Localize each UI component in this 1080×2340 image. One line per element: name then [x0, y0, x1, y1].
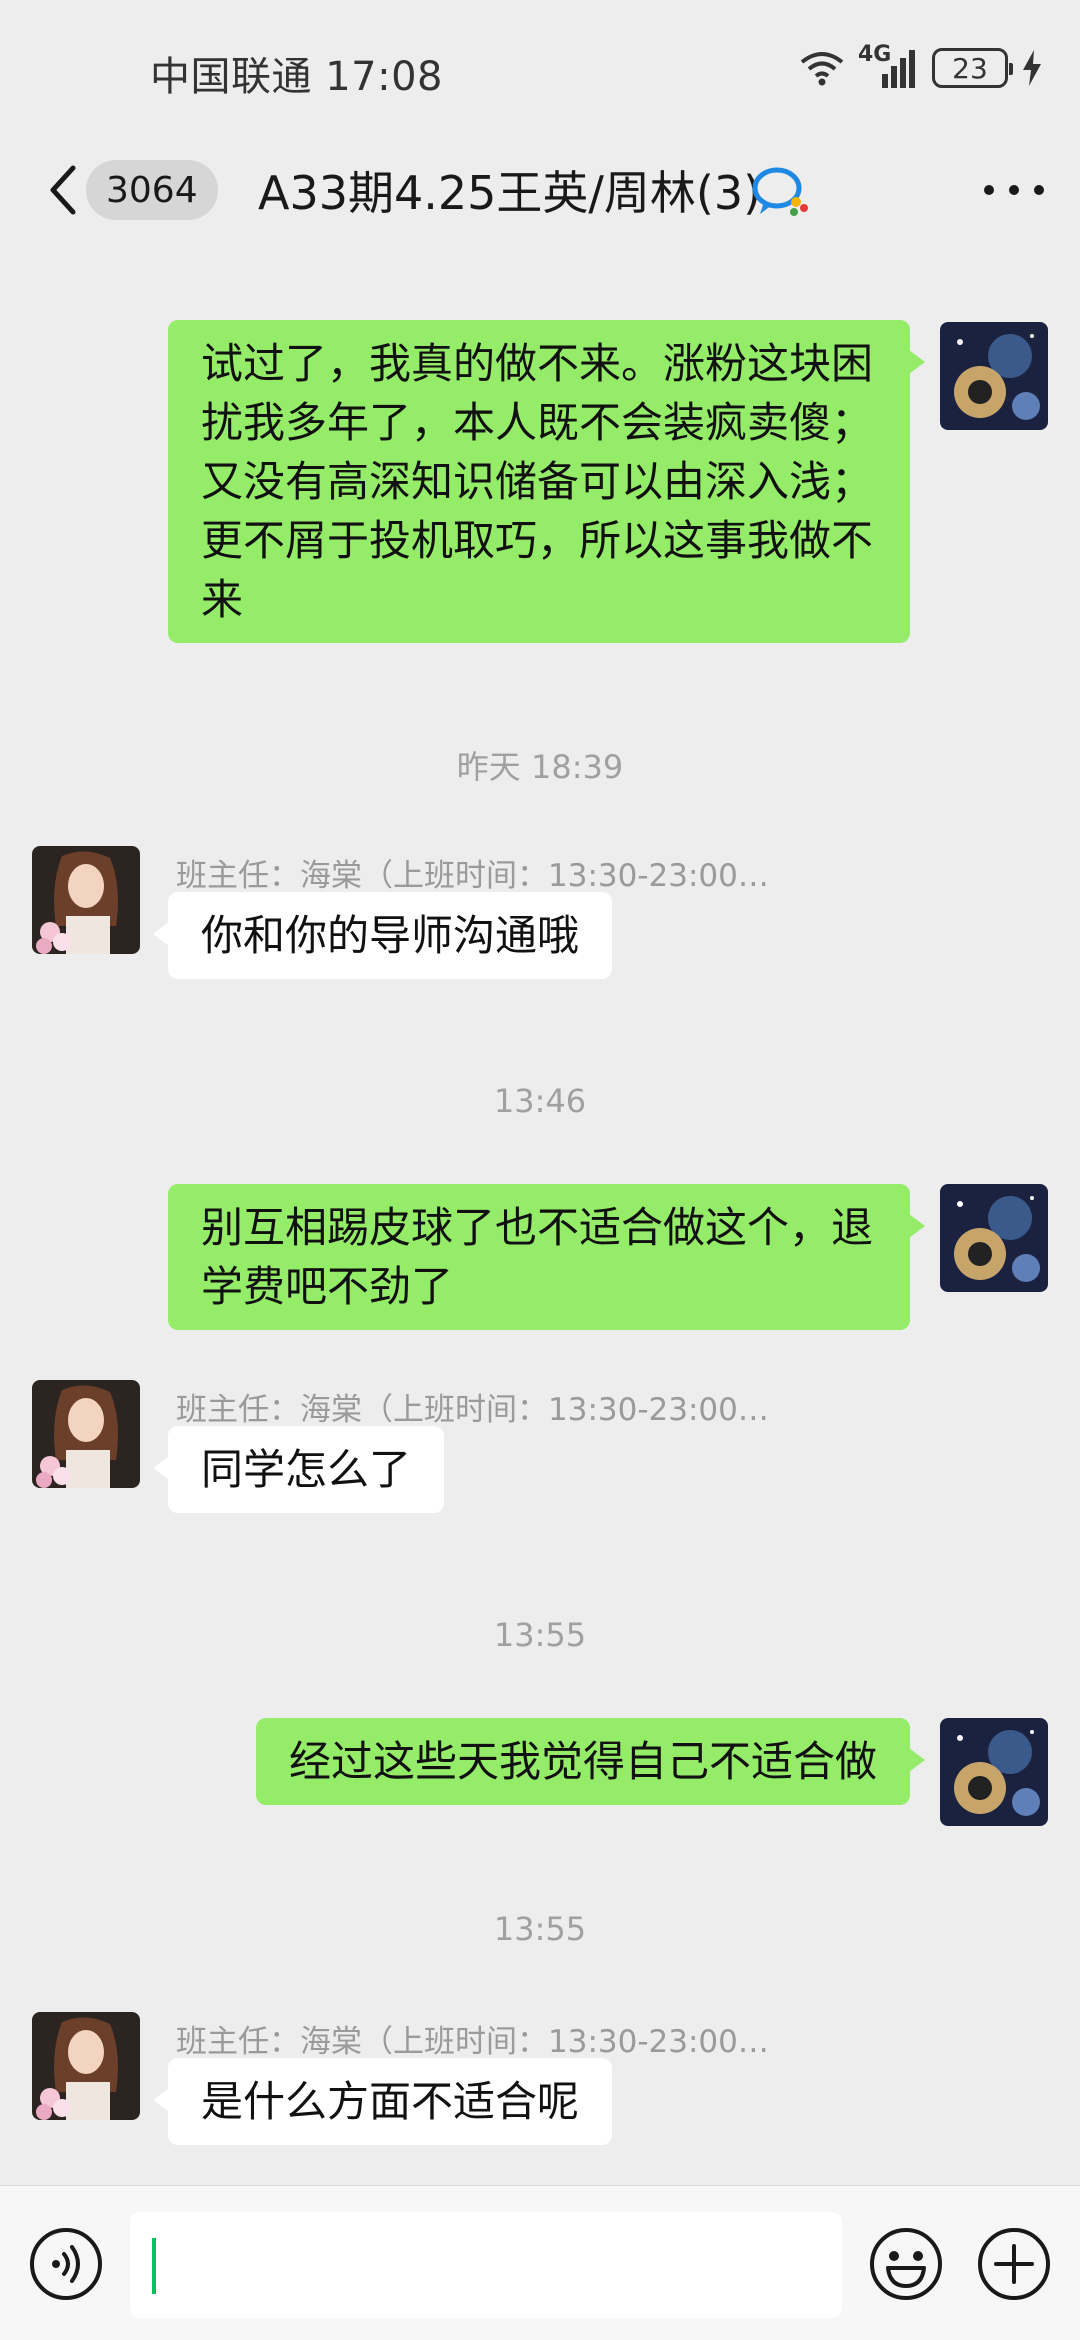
wifi-icon [800, 52, 844, 86]
sender-avatar[interactable] [32, 846, 140, 954]
sender-avatar[interactable] [32, 2012, 140, 2120]
message-timestamp: 13:55 [493, 1910, 587, 1948]
voice-input-button[interactable] [28, 2226, 104, 2302]
incoming-message-bubble[interactable]: 同学怎么了 [152, 1426, 445, 1513]
my-avatar[interactable] [940, 1184, 1048, 1292]
sender-name: 班主任：海棠（上班时间：13:30-23:00… [176, 858, 769, 894]
sender-name: 班主任：海棠（上班时间：13:30-23:00… [176, 2024, 769, 2060]
back-button[interactable] [36, 158, 88, 222]
message-timestamp: 13:46 [493, 1082, 587, 1120]
more-functions-button[interactable] [976, 2226, 1052, 2302]
my-message-bubble[interactable]: 别互相踢皮球了也不适合做这个，退学费吧不劲了 [168, 1184, 925, 1330]
charging-icon [1023, 50, 1041, 86]
my-avatar[interactable] [940, 1718, 1048, 1826]
message-list[interactable]: 试过了，我真的做不来。涨粉这块困扰我多年了，本人既不会装疯卖傻；又没有高深知识储… [0, 250, 1080, 2185]
signal-icon: 4G [858, 42, 920, 90]
emoji-icon [870, 2228, 942, 2300]
emoji-button[interactable] [868, 2226, 944, 2302]
status-bar: 中国联通 17:08 4G 23 [0, 0, 1080, 130]
my-message-bubble[interactable]: 经过这些天我觉得自己不适合做 [255, 1718, 926, 1805]
message-timestamp: 13:55 [493, 1616, 587, 1654]
sender-avatar[interactable] [32, 1380, 140, 1488]
carrier-time: 中国联通 17:08 [150, 54, 443, 100]
status-icons: 4G 23 [798, 42, 1044, 92]
voice-icon [30, 2228, 102, 2300]
more-dot-icon [1034, 185, 1044, 195]
message-timestamp: 昨天 18:39 [456, 748, 624, 786]
my-message-bubble[interactable]: 试过了，我真的做不来。涨粉这块困扰我多年了，本人既不会装疯卖傻；又没有高深知识储… [168, 320, 925, 643]
incoming-message-bubble[interactable]: 是什么方面不适合呢 [152, 2058, 613, 2145]
wecom-icon [752, 167, 808, 216]
plus-icon [978, 2228, 1050, 2300]
chat-header: 3064 A33期4.25王英/周林(3) [0, 130, 1080, 250]
input-bar [0, 2185, 1080, 2340]
sender-name: 班主任：海棠（上班时间：13:30-23:00… [176, 1392, 769, 1428]
my-avatar[interactable] [940, 322, 1048, 430]
chat-title[interactable]: A33期4.25王英/周林(3) [258, 158, 761, 222]
battery-level: 23 [952, 51, 988, 85]
text-caret [152, 2238, 156, 2294]
incoming-message-bubble[interactable]: 你和你的导师沟通哦 [152, 892, 613, 979]
more-dot-icon [1009, 185, 1019, 195]
message-input[interactable] [130, 2212, 842, 2318]
more-options-button[interactable] [984, 170, 1044, 210]
more-dot-icon [984, 185, 994, 195]
battery-indicator: 23 [932, 48, 1013, 88]
unread-count-badge[interactable]: 3064 [86, 160, 218, 220]
chevron-left-icon [50, 165, 76, 215]
